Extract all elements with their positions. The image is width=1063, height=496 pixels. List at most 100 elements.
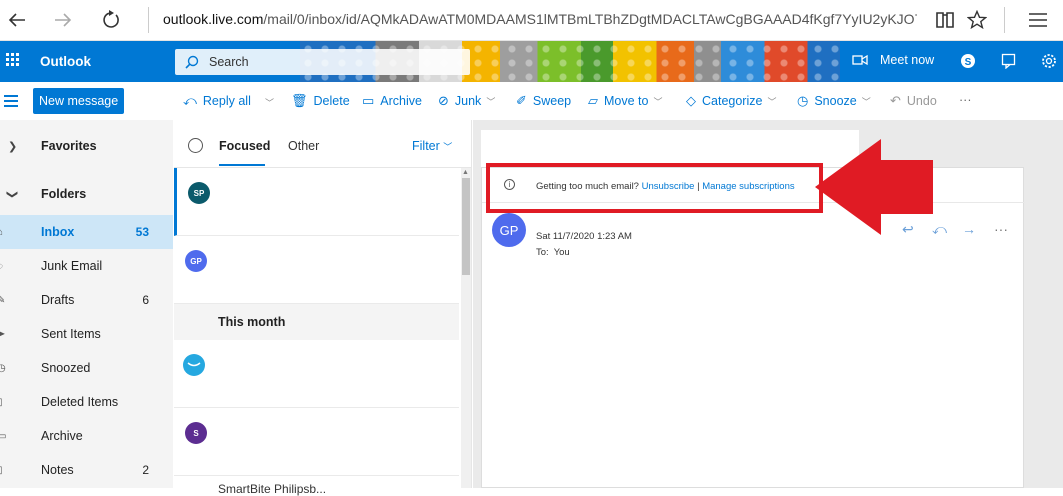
clock-icon: ◷ (0, 362, 6, 374)
app-launcher-icon[interactable] (6, 53, 20, 67)
chevron-down-icon: ﹀ (861, 96, 871, 107)
folder-label: Sent Items (41, 327, 101, 341)
chevron-down-icon: ❯ (6, 189, 19, 199)
more-options-icon[interactable]: ··· (994, 221, 1008, 237)
folders-header[interactable]: ❯ Folders (0, 177, 173, 211)
hamburger-menu-icon[interactable] (4, 95, 18, 110)
browser-menu-icon[interactable] (1026, 7, 1050, 33)
list-item[interactable]: GP (174, 236, 459, 304)
reply-all-button[interactable]: ⤺ Reply all (183, 93, 251, 109)
chevron-down-icon: ﹀ (767, 96, 777, 107)
back-arrow-icon[interactable] (4, 7, 30, 33)
item-count: 2 (142, 463, 149, 477)
list-item[interactable]: SP (174, 168, 459, 236)
folder-deleted-items[interactable]: ▯ Deleted Items (0, 385, 173, 419)
move-to-button[interactable]: ▱ Move to ﹀ (588, 93, 662, 109)
folder-junk-email[interactable]: ◌ Junk Email (0, 249, 173, 283)
archive-button[interactable]: ▭ Archive (362, 93, 422, 109)
toolbar-divider (1004, 7, 1005, 33)
favorites-header[interactable]: ❯ Favorites (0, 129, 173, 163)
folder-label: Snoozed (41, 361, 91, 375)
archive-label: Archive (380, 94, 422, 108)
junk-icon: ◌ (0, 261, 3, 272)
chevron-down-icon: ﹀ (653, 96, 663, 107)
inbox-tabs: Focused Other Filter ﹀ (174, 120, 472, 168)
categorize-button[interactable]: ◇ Categorize ﹀ (686, 93, 776, 109)
block-icon: ⊘ (438, 93, 449, 108)
folder-pane: ❯ Favorites ❯ Folders ⌂ Inbox 53 ◌ Junk … (0, 120, 173, 488)
reply-dropdown-button[interactable]: ﹀ (260, 96, 274, 109)
avatar: SP (188, 182, 210, 204)
folder-inbox[interactable]: ⌂ Inbox 53 (0, 215, 173, 249)
meet-now-button[interactable]: Meet now (852, 53, 934, 67)
refresh-icon[interactable] (98, 7, 124, 33)
select-all-checkbox[interactable] (188, 138, 203, 153)
sweep-button[interactable]: ✐ Sweep (516, 93, 571, 109)
reading-view-icon[interactable] (933, 7, 957, 33)
chevron-down-icon: ﹀ (265, 98, 275, 108)
more-actions-button[interactable]: ··· (959, 93, 972, 107)
tab-other[interactable]: Other (288, 139, 319, 153)
search-input[interactable] (209, 55, 449, 69)
undo-button[interactable]: ↶ Undo (890, 93, 937, 109)
chevron-down-icon: ﹀ (443, 142, 453, 152)
delete-label: Delete (313, 94, 350, 108)
address-bar[interactable]: outlook.live.com/mail/0/inbox/id/AQMkADA… (163, 11, 917, 27)
app-brand[interactable]: Outlook (40, 54, 91, 69)
trash-icon: 🗑︎ (291, 93, 308, 108)
command-bar: New message ⤺ Reply all ﹀ 🗑︎ Delete ▭ Archi… (0, 82, 1063, 120)
categorize-label: Categorize (702, 94, 763, 108)
video-camera-icon (852, 54, 868, 66)
folder-archive[interactable]: ▭ Archive (0, 419, 173, 453)
snooze-button[interactable]: ◷ Snooze ﹀ (797, 93, 871, 109)
broom-icon: ✐ (516, 93, 527, 108)
amazon-smile-icon (187, 362, 201, 367)
avatar (183, 354, 205, 376)
list-item[interactable] (174, 340, 459, 408)
folder-label: Deleted Items (41, 395, 119, 409)
folder-sent-items[interactable]: ➤ Sent Items (0, 317, 173, 351)
list-item[interactable]: S (174, 408, 459, 476)
url-host: outlook.live.com (163, 11, 264, 27)
undo-icon: ↶ (890, 93, 901, 108)
note-icon: ▯ (0, 465, 3, 476)
active-tab-indicator (219, 164, 265, 166)
junk-label: Junk (454, 94, 482, 108)
search-box[interactable] (175, 49, 470, 75)
tab-focused[interactable]: Focused (219, 139, 270, 153)
sender-avatar[interactable]: GP (492, 213, 526, 247)
folder-snoozed[interactable]: ◷ Snoozed (0, 351, 173, 385)
skype-icon[interactable]: S (960, 53, 976, 72)
junk-button[interactable]: ⊘ Junk ﹀ (438, 93, 495, 109)
feedback-icon[interactable] (1001, 53, 1017, 72)
svg-text:S: S (965, 57, 972, 68)
search-icon (185, 55, 199, 69)
new-message-button[interactable]: New message (33, 88, 125, 114)
folder-notes[interactable]: ▯ Notes 2 (0, 453, 173, 487)
filter-label: Filter (412, 139, 440, 153)
item-count: 6 (142, 293, 149, 307)
scrollbar-thumb[interactable] (462, 178, 470, 275)
forward-icon[interactable]: → (962, 221, 976, 237)
scroll-up-arrow-icon[interactable]: ▲ (462, 169, 469, 176)
forward-arrow-icon[interactable] (50, 7, 76, 33)
folders-label: Folders (41, 187, 87, 201)
folder-label: Archive (41, 429, 83, 443)
folder-drafts[interactable]: ✎ Drafts 6 (0, 283, 173, 317)
favorite-star-icon[interactable] (965, 7, 989, 33)
message-date: Sat 11/7/2020 1:23 AM (536, 231, 632, 242)
to-value: You (553, 247, 570, 258)
delete-button[interactable]: 🗑︎ Delete (291, 93, 350, 109)
group-header-label: This month (218, 315, 286, 329)
folder-label: Inbox (41, 225, 75, 239)
folder-label: Drafts (41, 293, 75, 307)
filter-button[interactable]: Filter ﹀ (412, 139, 452, 153)
settings-gear-icon[interactable] (1041, 53, 1057, 72)
clock-icon: ◷ (797, 93, 809, 108)
list-scrollbar[interactable]: ▲ (461, 168, 471, 488)
list-item[interactable]: SmartBite Philipsb... (174, 476, 459, 496)
chevron-down-icon: ﹀ (486, 96, 496, 107)
archive-box-icon: ▭ (362, 93, 375, 108)
red-pointer-arrow-icon (815, 139, 933, 235)
url-path: /mail/0/inbox/id/AQMkADAwATM0MDAAMS1lMTB… (263, 11, 917, 27)
